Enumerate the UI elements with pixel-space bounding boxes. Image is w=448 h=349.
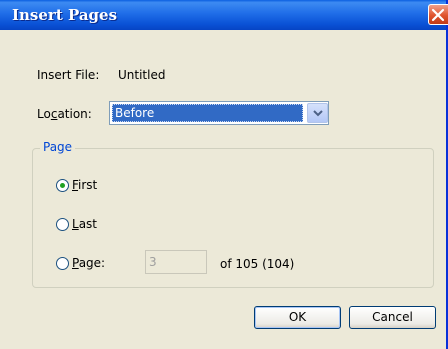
radio-page-label[interactable]: Page:	[72, 256, 105, 270]
location-dropdown-button[interactable]	[307, 103, 328, 123]
chevron-down-icon	[313, 110, 323, 117]
insert-file-label: Insert File:	[37, 68, 100, 82]
page-number-input[interactable]: 3	[145, 250, 207, 274]
cancel-button[interactable]: Cancel	[349, 306, 436, 329]
radio-first-label[interactable]: First	[72, 178, 97, 192]
title-bar: Insert Pages	[0, 0, 446, 30]
location-label: Location:	[37, 107, 92, 121]
page-group-legend: Page	[40, 140, 76, 154]
ok-button[interactable]: OK	[254, 306, 341, 329]
radio-page[interactable]	[56, 257, 69, 270]
radio-last-label[interactable]: Last	[72, 217, 97, 231]
insert-pages-dialog: Insert Pages Insert File: Untitled Locat…	[0, 0, 448, 349]
location-selected-value: Before	[112, 104, 303, 122]
close-icon	[431, 8, 445, 22]
location-select[interactable]: Before	[109, 101, 329, 125]
dialog-title: Insert Pages	[12, 6, 118, 24]
close-button[interactable]	[428, 4, 448, 25]
insert-file-value: Untitled	[118, 68, 166, 82]
radio-first[interactable]	[56, 179, 69, 192]
radio-last[interactable]	[56, 218, 69, 231]
page-count-text: of 105 (104)	[220, 257, 295, 271]
